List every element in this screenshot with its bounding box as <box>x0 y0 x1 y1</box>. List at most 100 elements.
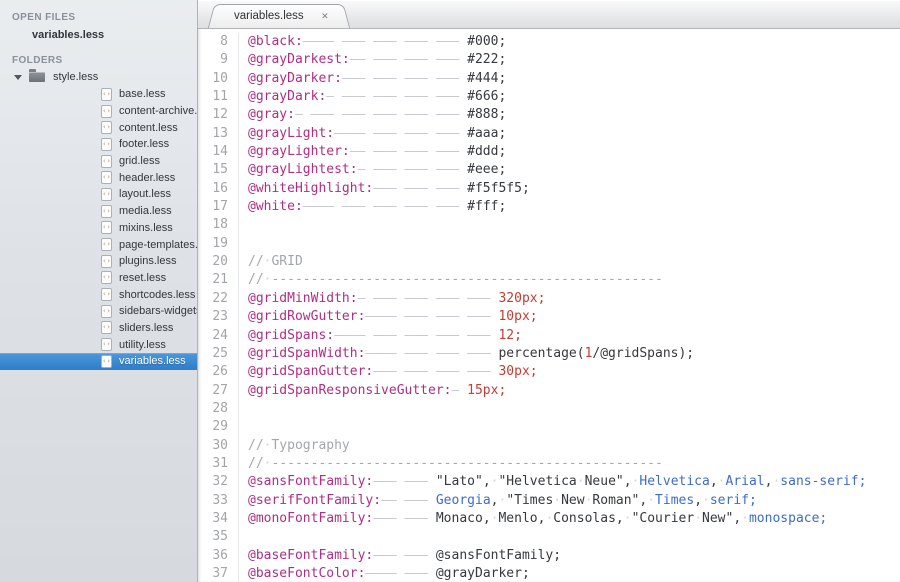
tab-close-icon[interactable]: ✕ <box>321 5 329 28</box>
line-number: 27 <box>198 382 239 400</box>
file-name: sliders.less <box>119 322 173 334</box>
line-number: 30 <box>198 437 239 455</box>
line-content: @baseFontFamily:——— ——— @sansFontFamily; <box>248 547 561 565</box>
sidebar-file-plugins-less[interactable]: ‹›plugins.less <box>0 253 197 270</box>
code-line-15[interactable]: 15@grayLightest:— ——— ——— ——— #eee; <box>198 161 900 179</box>
line-number: 14 <box>198 143 239 161</box>
sidebar-file-content-less[interactable]: ‹›content.less <box>0 119 197 136</box>
code-line-24[interactable]: 24@gridSpans:–——— ——— ——— ——— ——— 12; <box>198 327 900 345</box>
sidebar-file-utility-less[interactable]: ‹›utility.less <box>0 336 197 353</box>
code-line-30[interactable]: 30//·Typography <box>198 437 900 455</box>
code-line-11[interactable]: 11@grayDark:— ——— ——— ——— ——— #666; <box>198 88 900 106</box>
file-icon: ‹› <box>101 338 112 351</box>
line-content: @gridSpanResponsiveGutter:— 15px; <box>248 382 506 400</box>
line-number: 21 <box>198 271 239 289</box>
file-icon: ‹› <box>101 121 112 134</box>
line-number: 34 <box>198 510 239 528</box>
sidebar-file-media-less[interactable]: ‹›media.less <box>0 203 197 220</box>
sidebar-file-reset-less[interactable]: ‹›reset.less <box>0 270 197 287</box>
code-line-9[interactable]: 9@grayDarkest:—— ——— ——— ——— #222; <box>198 51 900 69</box>
file-name: layout.less <box>119 188 171 200</box>
code-line-14[interactable]: 14@grayLighter:—— ——— ——— ——— #ddd; <box>198 143 900 161</box>
file-name: variables.less <box>119 355 186 367</box>
sidebar-file-sliders-less[interactable]: ‹›sliders.less <box>0 320 197 337</box>
file-icon: ‹› <box>101 138 112 151</box>
sidebar-file-variables-less[interactable]: ‹› variables.less <box>0 353 197 370</box>
file-icon: ‹› <box>101 288 112 301</box>
code-line-31[interactable]: 31//·-----------------------------------… <box>198 455 900 473</box>
line-number: 11 <box>198 88 239 106</box>
code-line-22[interactable]: 22@gridMinWidth:— ——— ——— ——— ——— 320px; <box>198 290 900 308</box>
code-line-29[interactable]: 29 <box>198 418 900 436</box>
code-line-26[interactable]: 26@gridSpanGutter:——— ——— ——— ——— 30px; <box>198 363 900 381</box>
line-content: //·GRID <box>248 253 303 271</box>
folder-label: style.less <box>53 71 98 83</box>
code-line-37[interactable]: 37@baseFontColor:–——— ——— @grayDarker; <box>198 565 900 582</box>
code-line-23[interactable]: 23@gridRowGutter:–——— ——— ——— ——— 10px; <box>198 308 900 326</box>
line-number: 24 <box>198 327 239 345</box>
folder-file-list: ‹›base.less‹›content-archive.less‹›conte… <box>0 86 197 370</box>
code-line-36[interactable]: 36@baseFontFamily:——— ——— @sansFontFamil… <box>198 547 900 565</box>
sidebar-file-content-archive-less[interactable]: ‹›content-archive.less <box>0 103 197 120</box>
folder-row-style-less[interactable]: style.less <box>0 68 197 86</box>
code-line-17[interactable]: 17@white:–——— ——— ——— ——— ——— #fff; <box>198 198 900 216</box>
file-name: reset.less <box>119 272 166 284</box>
file-icon: ‹› <box>101 171 112 184</box>
line-content: @gray:— ——— ——— ——— ——— ——— #888; <box>248 106 506 124</box>
code-line-12[interactable]: 12@gray:— ——— ——— ——— ——— ——— #888; <box>198 106 900 124</box>
line-number: 15 <box>198 161 239 179</box>
code-line-19[interactable]: 19 <box>198 235 900 253</box>
sidebar-file-mixins-less[interactable]: ‹›mixins.less <box>0 220 197 237</box>
sidebar-file-page-templates-less[interactable]: ‹›page-templates.less <box>0 236 197 253</box>
sidebar-file-shortcodes-less[interactable]: ‹›shortcodes.less <box>0 286 197 303</box>
sidebar-file-header-less[interactable]: ‹›header.less <box>0 169 197 186</box>
code-line-20[interactable]: 20 //·GRID <box>198 253 900 271</box>
code-line-18[interactable]: 18 <box>198 216 900 234</box>
code-line-10[interactable]: 10@grayDarker:——— ——— ——— ——— #444; <box>198 70 900 88</box>
folder-icon <box>29 72 45 82</box>
tab-variables-less[interactable]: variables.less ✕ <box>220 4 338 28</box>
code-line-16[interactable]: 16@whiteHighlight:——— ——— ——— #f5f5f5; <box>198 180 900 198</box>
line-number: 23 <box>198 308 239 326</box>
code-line-32[interactable]: 32@sansFontFamily:——— ——— "Lato",·"Helve… <box>198 473 900 491</box>
line-number: 35 <box>198 528 239 546</box>
code-line-33[interactable]: 33@serifFontFamily:—— ——— Georgia,·"Time… <box>198 492 900 510</box>
line-number: 9 <box>198 51 239 69</box>
sidebar-file-grid-less[interactable]: ‹›grid.less <box>0 153 197 170</box>
code-line-28[interactable]: 28 <box>198 400 900 418</box>
sidebar: OPEN FILES variables.less FOLDERS style.… <box>0 0 198 582</box>
sidebar-file-sidebars-widgets-less[interactable]: ‹›sidebars-widgets.less <box>0 303 197 320</box>
line-content: @black:–——— ——— ——— ——— ——— #000; <box>248 33 506 51</box>
code-line-25[interactable]: 25 @gridSpanWidth:–——— ——— ——— ——— percen… <box>198 345 900 363</box>
code-area[interactable]: 8@black:–——— ——— ——— ——— ——— #000;9@gray… <box>198 29 900 582</box>
sidebar-file-footer-less[interactable]: ‹› footer.less <box>0 136 197 153</box>
sidebar-file-base-less[interactable]: ‹›base.less <box>0 86 197 103</box>
code-line-21[interactable]: 21 //·-----------------------------------… <box>198 271 900 289</box>
line-content: //·-------------------------------------… <box>248 271 663 289</box>
line-number: 37 <box>198 565 239 582</box>
line-content: @gridSpanGutter:——— ——— ——— ——— 30px; <box>248 363 538 381</box>
file-icon: ‹› <box>101 205 112 218</box>
file-name: page-templates.less <box>119 239 198 251</box>
open-file-item-variables-less[interactable]: variables.less <box>0 25 197 45</box>
file-name: footer.less <box>119 138 169 150</box>
file-icon: ‹› <box>101 305 112 318</box>
file-icon: ‹› <box>101 155 112 168</box>
sidebar-file-layout-less[interactable]: ‹›layout.less <box>0 186 197 203</box>
code-line-35[interactable]: 35 <box>198 528 900 546</box>
file-icon: ‹› <box>101 355 112 368</box>
code-line-27[interactable]: 27 @gridSpanResponsiveGutter:— 15px; <box>198 382 900 400</box>
tab-bar: variables.less ✕ <box>198 0 900 29</box>
line-content: @whiteHighlight:——— ——— ——— #f5f5f5; <box>248 180 530 198</box>
line-number: 20 <box>198 253 239 271</box>
code-line-8[interactable]: 8@black:–——— ——— ——— ——— ——— #000; <box>198 33 900 51</box>
line-number: 33 <box>198 492 239 510</box>
code-line-13[interactable]: 13@grayLight:–——— ——— ——— ——— #aaa; <box>198 125 900 143</box>
disclosure-triangle-icon[interactable] <box>14 75 22 80</box>
line-number: 28 <box>198 400 239 418</box>
file-name: content-archive.less <box>119 105 198 117</box>
tab-label: variables.less <box>234 10 304 22</box>
line-content: @gridSpanWidth:–——— ——— ——— ——— percenta… <box>248 345 694 363</box>
line-number: 25 <box>198 345 239 363</box>
code-line-34[interactable]: 34@monoFontFamily:——— ——— Monaco,·Menlo,… <box>198 510 900 528</box>
